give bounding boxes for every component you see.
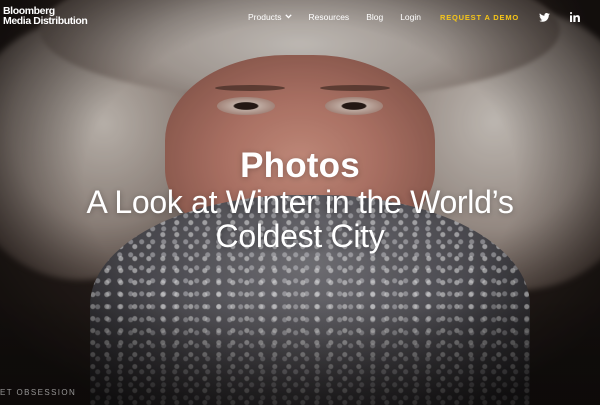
section-kicker: Photos xyxy=(240,146,360,185)
article-headline[interactable]: A Look at Winter in the World’s Coldest … xyxy=(40,185,560,253)
nav-login[interactable]: Login xyxy=(400,12,421,22)
main-nav: Products Resources Blog Login REQUEST A … xyxy=(231,0,580,34)
bottom-section-label: ET OBSESSION xyxy=(0,388,77,397)
nav-blog[interactable]: Blog xyxy=(366,12,383,22)
nav-resources[interactable]: Resources xyxy=(309,12,350,22)
linkedin-icon[interactable] xyxy=(570,12,580,22)
nav-products[interactable]: Products xyxy=(248,12,292,22)
nav-blog-label: Blog xyxy=(366,12,384,22)
site-header: Bloomberg Media Distribution Products Re… xyxy=(0,0,600,34)
brand-line-2: Media Distribution xyxy=(3,15,88,27)
chevron-down-icon xyxy=(284,13,292,21)
twitter-icon[interactable] xyxy=(539,12,550,22)
nav-resources-label: Resources xyxy=(308,12,350,22)
request-demo-button[interactable]: REQUEST A DEMO xyxy=(440,13,519,22)
nav-login-label: Login xyxy=(400,12,422,22)
nav-products-label: Products xyxy=(248,12,282,22)
brand-logo[interactable]: Bloomberg Media Distribution xyxy=(3,6,88,27)
